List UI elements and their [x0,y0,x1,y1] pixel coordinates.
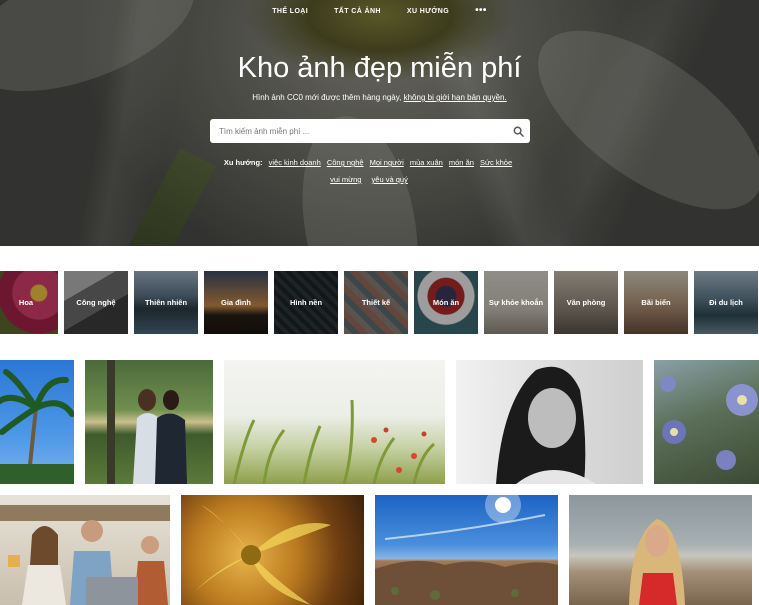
category-label: Đi du lịch [709,298,743,307]
woman-portrait-image [496,366,596,484]
search-input[interactable] [210,119,506,143]
photo-family[interactable] [0,495,170,605]
category-label: Văn phòng [566,298,606,307]
trend-tag[interactable]: món ăn [449,158,474,167]
family-image [0,505,170,605]
category-food[interactable]: Món ăn [414,271,478,334]
category-office[interactable]: Văn phòng [554,271,618,334]
category-strip: Hoa Công nghệ Thiên nhiên Gia đình Hình … [0,271,758,334]
category-label: Công nghệ [76,298,116,307]
photo-palm-tree[interactable] [0,360,74,484]
top-navigation: THỂ LOẠI TẤT CẢ ẢNH XU HƯỚNG ••• [0,5,759,16]
license-link[interactable]: không bị giới hạn bản quyền. [404,93,507,102]
hero-subtitle: Hình ảnh CC0 mới được thêm hàng ngày, kh… [0,93,759,102]
category-nature[interactable]: Thiên nhiên [134,271,198,334]
category-travel[interactable]: Đi du lịch [694,271,758,334]
hero-banner: THỂ LOẠI TẤT CẢ ẢNH XU HƯỚNG ••• Kho ảnh… [0,0,759,246]
category-beach[interactable]: Bãi biển [624,271,688,334]
nav-trending[interactable]: XU HƯỚNG [407,8,449,16]
photo-couple[interactable] [85,360,213,484]
category-label: Thiên nhiên [144,298,188,307]
grass-flowers-image [232,399,436,484]
category-label: Thiết kế [361,298,391,307]
trend-tag[interactable]: mùa xuân [410,158,443,167]
more-menu-icon[interactable]: ••• [475,5,487,16]
category-label: Bãi biển [641,298,671,307]
hero-subtitle-text: Hình ảnh CC0 mới được thêm hàng ngày, [252,93,402,102]
trend-tag[interactable]: Công nghệ [327,158,364,167]
trending-label: Xu hướng: [223,158,263,167]
yellow-flower-image [191,505,331,605]
category-flowers[interactable]: Hoa [0,271,58,334]
category-label: Gia đình [221,298,251,307]
category-label: Hoa [18,298,34,307]
palm-tree-image [0,369,74,484]
photo-grass-flowers[interactable] [224,360,445,484]
trend-tag[interactable]: Sức khỏe [480,158,512,167]
trend-tag[interactable]: Mọi người [370,158,404,167]
search-bar [210,119,530,143]
category-family[interactable]: Gia đình [204,271,268,334]
page: THỂ LOẠI TẤT CẢ ẢNH XU HƯỚNG ••• Kho ảnh… [0,0,759,605]
photo-yellow-flower[interactable] [181,495,364,605]
trend-tag[interactable]: yêu và quý [372,175,408,184]
nav-categories[interactable]: THỂ LOẠI [272,8,308,16]
trending-tags: Xu hướng: việc kinh doanh Công nghệ Mọi … [219,154,519,188]
trend-tag[interactable]: vui mừng [330,175,361,184]
category-design[interactable]: Thiết kế [344,271,408,334]
category-wellness[interactable]: Sự khỏe khoắn [484,271,548,334]
category-label: Sự khỏe khoắn [488,298,544,307]
category-technology[interactable]: Công nghệ [64,271,128,334]
category-label: Món ăn [432,298,460,307]
page-title: Kho ảnh đẹp miễn phí [237,52,522,84]
photo-blue-flowers[interactable] [654,360,759,484]
nav-all-photos[interactable]: TẤT CẢ ẢNH [334,8,381,16]
photo-woman-portrait[interactable] [456,360,643,484]
category-wallpaper[interactable]: Hình nền [274,271,338,334]
photo-desert[interactable] [375,495,558,605]
blue-flowers-image [660,376,758,470]
trend-tag[interactable]: việc kinh doanh [269,158,321,167]
photo-woman-beach[interactable] [569,495,752,605]
desert-image [375,495,558,605]
woman-beach-image [629,519,685,605]
category-label: Hình nền [289,298,323,307]
couple-image [107,360,187,484]
search-icon[interactable] [506,119,530,143]
